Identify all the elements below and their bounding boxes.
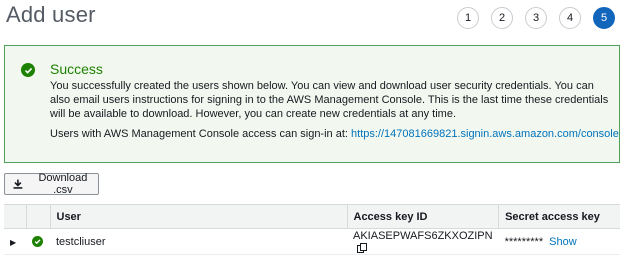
access-key-cell: AKIASEPWAFS6ZKXOZIPN <box>347 228 499 255</box>
table-header-row: User Access key ID Secret access key <box>4 204 620 229</box>
signin-url-link[interactable]: https://147081669821.signin.aws.amazon.c… <box>351 128 619 140</box>
secret-key-cell: ********* Show <box>498 228 620 255</box>
step-3[interactable]: 3 <box>525 7 547 29</box>
show-secret-link[interactable]: Show <box>549 236 577 248</box>
download-csv-button[interactable]: Download .csv <box>4 172 99 196</box>
signin-text: Users with AWS Management Console access… <box>50 128 348 140</box>
user-column-header[interactable]: User <box>49 204 347 229</box>
users-table: User Access key ID Secret access key ▶ t… <box>4 204 620 255</box>
download-icon <box>13 179 23 189</box>
expand-row-icon[interactable]: ▶ <box>10 238 16 247</box>
secret-key-column-header[interactable]: Secret access key <box>498 204 620 229</box>
download-csv-label: Download .csv <box>38 172 88 196</box>
secret-key-masked: ********* <box>504 235 544 248</box>
expand-column-header <box>4 204 26 229</box>
success-status-icon <box>32 236 43 248</box>
alert-message: You successfully created the users shown… <box>50 80 609 120</box>
copy-icon[interactable] <box>357 242 367 253</box>
access-key-value: AKIASEPWAFS6ZKXOZIPN <box>353 229 493 242</box>
check-circle-icon <box>21 63 35 77</box>
alert-title: Success <box>50 61 103 77</box>
step-1[interactable]: 1 <box>457 7 479 29</box>
wizard-steps: 1 2 3 4 5 <box>457 7 615 29</box>
user-name-cell: testcliuser <box>50 228 347 255</box>
signin-line: Users with AWS Management Console access… <box>50 128 619 140</box>
step-4[interactable]: 4 <box>559 7 581 29</box>
success-alert: Success You successfully created the use… <box>4 45 620 163</box>
step-2[interactable]: 2 <box>491 7 513 29</box>
status-column-header <box>25 204 50 229</box>
step-5-current[interactable]: 5 <box>593 7 615 29</box>
access-key-column-header[interactable]: Access key ID <box>346 204 499 229</box>
page-title: Add user <box>6 2 96 27</box>
table-row: ▶ testcliuser AKIASEPWAFS6ZKXOZIPN *****… <box>4 228 620 255</box>
